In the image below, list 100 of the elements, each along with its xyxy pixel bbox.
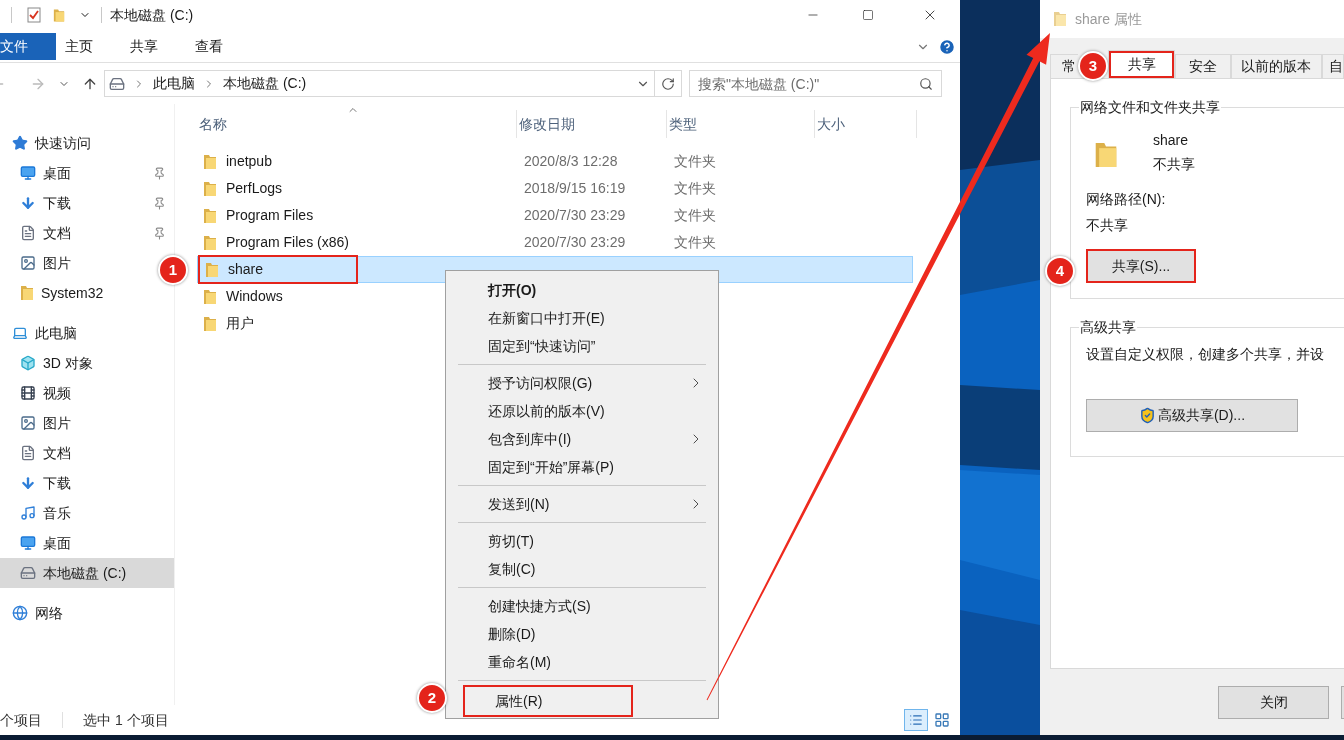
menu-item[interactable]: 属性(R) [463,685,633,717]
dialog-title: share 属性 [1075,9,1142,29]
nav-item[interactable]: 快速访问 [0,128,101,158]
breadcrumb[interactable]: 本地磁盘 (C:) [223,73,307,94]
menu-item[interactable]: 授予访问权限(G) [458,369,706,397]
status-text: 选中 1 个项目 [83,710,169,730]
column-header[interactable]: 类型 [667,110,815,138]
menu-item[interactable]: 发送到(N) [458,490,706,518]
document-icon [20,225,36,241]
search-icon[interactable] [919,77,933,91]
properties-icon[interactable] [27,7,41,23]
maximize-icon[interactable] [862,9,874,21]
help-icon[interactable] [938,38,956,56]
menu-item[interactable]: 创建快捷方式(S) [458,592,706,620]
pin-icon[interactable] [153,196,166,210]
dialog-tab[interactable]: 共享 [1107,50,1176,78]
file-name: PerfLogs [226,179,283,198]
nav-item[interactable]: 此电脑 [0,318,87,348]
column-header[interactable]: 名称 [197,110,517,138]
file-row[interactable]: Program Files (x86) 2020/7/30 23:29 文件夹 [197,229,717,256]
folder-icon [53,7,65,23]
file-name: inetpub [226,152,272,171]
column-header[interactable]: 修改日期 [517,110,667,138]
ribbon-tab[interactable]: 主页 [65,33,121,60]
list-icon [909,713,923,727]
refresh-icon[interactable] [661,76,675,91]
nav-item[interactable]: 桌面 [0,528,81,558]
file-name: Program Files (x86) [226,233,349,252]
file-name: Windows [226,287,283,306]
folder-icon [203,234,217,251]
file-tab[interactable]: 文件 [0,33,56,60]
address-bar[interactable]: 此电脑 本地磁盘 (C:) [104,70,682,97]
type-cell-text: 文件夹 [674,179,716,198]
advanced-sharing-button[interactable]: 高级共享(D)... [1086,399,1298,432]
network-path-label: 网络路径(N): [1086,190,1167,209]
date-cell-text: 2020/8/3 12:28 [524,152,619,171]
share-status: 不共享 [1153,155,1195,174]
nav-item[interactable]: 文档 [0,438,81,468]
download-icon [20,195,36,211]
file-row[interactable]: Windows [197,283,359,310]
folder-icon [20,285,34,301]
computer-icon [12,325,28,341]
date-cell-text: 2018/9/15 16:19 [524,179,627,198]
drive-icon [109,75,125,92]
nav-item[interactable]: 本地磁盘 (C:) [0,558,174,588]
folder-name: share [1153,131,1190,150]
menu-item[interactable]: 复制(C) [458,555,706,583]
network-path-value: 不共享 [1086,216,1129,235]
nav-item[interactable]: 3D 对象 [0,348,103,378]
search-field[interactable]: 搜索"本地磁盘 (C:)" [689,70,942,97]
file-name: 用户 [226,314,254,333]
file-row[interactable]: 用户 [197,310,359,337]
nav-item[interactable]: 视频 [0,378,81,408]
nav-item[interactable]: 图片 [0,408,81,438]
menu-item[interactable]: 包含到库中(I) [458,425,706,453]
picture-icon [20,255,36,271]
film-icon [20,385,36,401]
menu-item[interactable]: 在新窗口中打开(E) [458,304,706,332]
nav-item[interactable]: System32 [0,278,114,308]
column-header[interactable]: 大小 [815,110,917,138]
network-icon [12,605,28,621]
file-row[interactable]: Program Files 2020/7/30 23:29 文件夹 [197,202,717,229]
nav-item[interactable]: 下载 [0,468,81,498]
menu-item[interactable]: 删除(D) [458,620,706,648]
dialog-button[interactable] [1341,685,1344,719]
file-row[interactable]: PerfLogs 2018/9/15 16:19 文件夹 [197,175,717,202]
status-text: 个项目 [0,710,42,730]
menu-item[interactable]: 固定到“快速访问” [458,332,706,360]
details-view-button[interactable] [904,709,928,731]
ribbon-tab[interactable]: 共享 [130,33,186,60]
nav-item[interactable]: 图片 [0,248,81,278]
folder-icon [1053,11,1067,27]
window-title: 本地磁盘 (C:) [110,5,194,25]
menu-item[interactable]: 还原以前的版本(V) [458,397,706,425]
picture-icon [20,415,36,431]
nav-item[interactable]: 网络 [0,598,73,628]
cube-icon [20,355,36,371]
shield-icon [1138,407,1156,424]
desktop-icon [20,535,36,551]
folder-icon [205,261,219,278]
nav-item[interactable]: 下载 [0,188,174,218]
ribbon-tab[interactable]: 查看 [195,33,251,60]
menu-item[interactable]: 重命名(M) [458,648,706,676]
tiles-view-icon[interactable] [934,712,950,728]
menu-item[interactable]: 固定到“开始”屏幕(P) [458,453,706,481]
pin-icon[interactable] [153,226,166,240]
nav-item[interactable]: 文档 [0,218,174,248]
pin-icon[interactable] [153,166,166,180]
star-icon [12,135,28,151]
file-row[interactable]: inetpub 2020/8/3 12:28 文件夹 [197,148,717,175]
close-button[interactable]: 关闭 [1218,685,1329,719]
description-text: 设置自定义权限，创建多个共享，并设 [1086,345,1325,364]
menu-item[interactable]: 剪切(T) [458,527,706,555]
nav-item[interactable]: 音乐 [0,498,81,528]
share-button[interactable]: 共享(S)... [1086,249,1196,283]
date-cell-text: 2020/7/30 23:29 [524,233,627,252]
breadcrumb[interactable]: 此电脑 [153,73,195,94]
download-icon [20,475,36,491]
nav-item[interactable]: 桌面 [0,158,174,188]
type-cell-text: 文件夹 [674,233,716,252]
